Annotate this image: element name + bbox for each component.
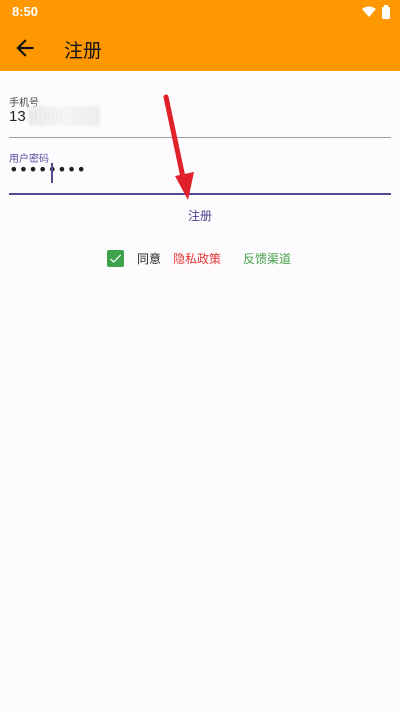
agree-label: 同意 <box>137 251 162 266</box>
wifi-icon <box>362 6 376 21</box>
feedback-link[interactable]: 反馈渠道 <box>243 250 291 267</box>
register-button[interactable]: 注册 <box>150 203 250 229</box>
back-button[interactable] <box>12 35 38 61</box>
password-field[interactable]: 用户密码 •••••••• <box>9 150 391 195</box>
text-cursor <box>51 163 53 183</box>
phone-field[interactable]: 手机号 13 4960 <box>9 94 391 138</box>
arrow-back-icon <box>16 39 34 57</box>
agreement-row: 同意 隐私政策 反馈渠道 <box>107 248 291 268</box>
status-time: 8:50 <box>12 4 39 19</box>
app-bar: 注册 <box>0 24 400 71</box>
status-bar: 8:50 <box>0 0 400 24</box>
privacy-policy-link[interactable]: 隐私政策 <box>173 250 221 267</box>
redaction-blur <box>28 106 100 126</box>
password-input[interactable]: •••••••• <box>9 160 86 179</box>
battery-icon <box>382 5 390 22</box>
page-title: 注册 <box>64 40 103 62</box>
check-icon <box>110 254 122 263</box>
agree-checkbox[interactable] <box>107 249 124 267</box>
status-icons <box>362 5 390 22</box>
